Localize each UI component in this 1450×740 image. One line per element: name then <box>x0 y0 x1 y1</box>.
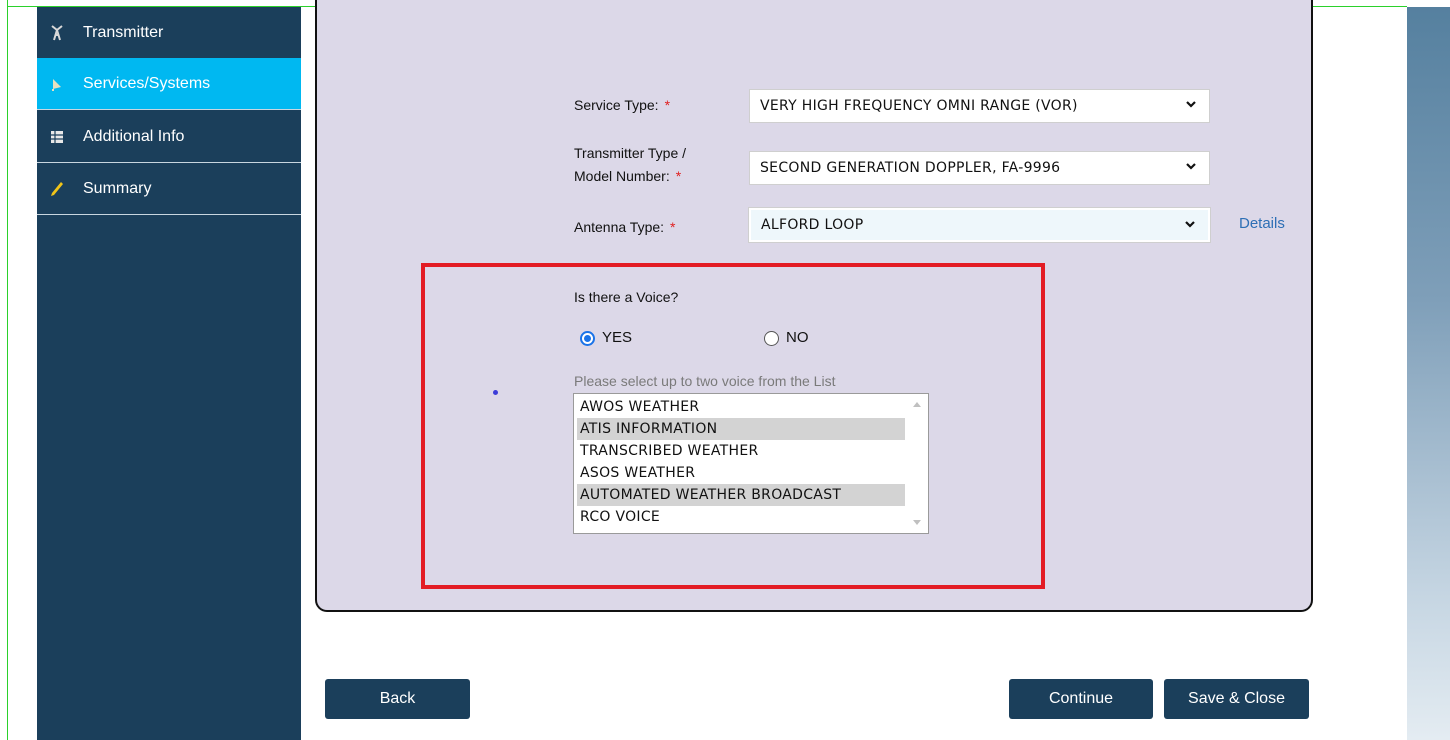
required-marker: * <box>670 219 676 235</box>
sidebar-item-label: Additional Info <box>83 127 185 145</box>
transmitter-type-label-line1: Transmitter Type / <box>574 145 687 161</box>
transmitter-type-label: Transmitter Type / Model Number: * <box>574 143 686 186</box>
service-type-label: Service Type: * <box>574 97 671 113</box>
table-icon <box>49 129 65 145</box>
list-item[interactable]: RCO VOICE <box>577 506 905 528</box>
transmitter-type-value: SECOND GENERATION DOPPLER, FA-9996 <box>760 160 1061 176</box>
chevron-down-icon <box>1186 101 1196 108</box>
marker-dot <box>493 390 498 395</box>
voice-listbox[interactable]: AWOS WEATHER ATIS INFORMATION TRANSCRIBE… <box>573 393 929 534</box>
back-button[interactable]: Back <box>325 679 470 719</box>
sidebar-item-label: Transmitter <box>83 23 164 41</box>
voice-yes-radio[interactable] <box>580 331 595 346</box>
sidebar-item-label: Summary <box>83 179 152 197</box>
list-item[interactable]: AUTOMATED WEATHER BROADCAST <box>577 484 905 506</box>
scroll-up-icon[interactable] <box>913 401 921 407</box>
sidebar-nav: Transmitter Services/Systems Additional … <box>37 7 301 740</box>
voice-no-radio[interactable] <box>764 331 779 346</box>
tower-icon <box>49 24 65 41</box>
sidebar-item-label: Services/Systems <box>83 74 211 92</box>
listbox-scrollbar[interactable] <box>906 394 928 533</box>
pencil-icon <box>49 181 65 197</box>
required-marker: * <box>675 168 682 184</box>
chevron-down-icon <box>1186 163 1196 170</box>
right-gradient-panel <box>1407 7 1450 740</box>
antenna-type-value: ALFORD LOOP <box>761 217 864 233</box>
list-item[interactable]: ASOS WEATHER <box>577 462 905 484</box>
transmitter-type-select[interactable]: SECOND GENERATION DOPPLER, FA-9996 <box>749 151 1210 185</box>
required-marker: * <box>664 97 671 113</box>
sidebar-item-services-systems[interactable]: Services/Systems <box>37 58 301 110</box>
list-item[interactable]: TRANSCRIBED WEATHER <box>577 440 905 462</box>
antenna-type-label: Antenna Type: * <box>574 219 676 235</box>
details-link[interactable]: Details <box>1239 215 1285 232</box>
save-close-button[interactable]: Save & Close <box>1164 679 1309 719</box>
service-type-select[interactable]: VERY HIGH FREQUENCY OMNI RANGE (VOR) <box>749 89 1210 123</box>
antenna-type-select[interactable]: ALFORD LOOP <box>749 208 1210 242</box>
frame-border-left <box>7 0 8 740</box>
chevron-down-icon <box>1185 221 1195 228</box>
voice-question: Is there a Voice? <box>574 289 679 305</box>
satellite-dish-icon <box>49 76 65 92</box>
continue-button[interactable]: Continue <box>1009 679 1153 719</box>
sidebar-item-additional-info[interactable]: Additional Info <box>37 111 301 163</box>
voice-yes-label[interactable]: YES <box>602 328 632 348</box>
sidebar-item-summary[interactable]: Summary <box>37 163 301 215</box>
voice-no-label[interactable]: NO <box>786 328 809 348</box>
transmitter-type-label-line2: Model Number: <box>574 168 670 184</box>
voice-list-hint: Please select up to two voice from the L… <box>574 373 836 389</box>
scroll-down-icon[interactable] <box>913 520 921 526</box>
sidebar-item-transmitter[interactable]: Transmitter <box>37 7 301 59</box>
list-item[interactable]: ATIS INFORMATION <box>577 418 905 440</box>
list-item[interactable]: AWOS WEATHER <box>577 396 905 418</box>
service-type-value: VERY HIGH FREQUENCY OMNI RANGE (VOR) <box>760 98 1078 114</box>
